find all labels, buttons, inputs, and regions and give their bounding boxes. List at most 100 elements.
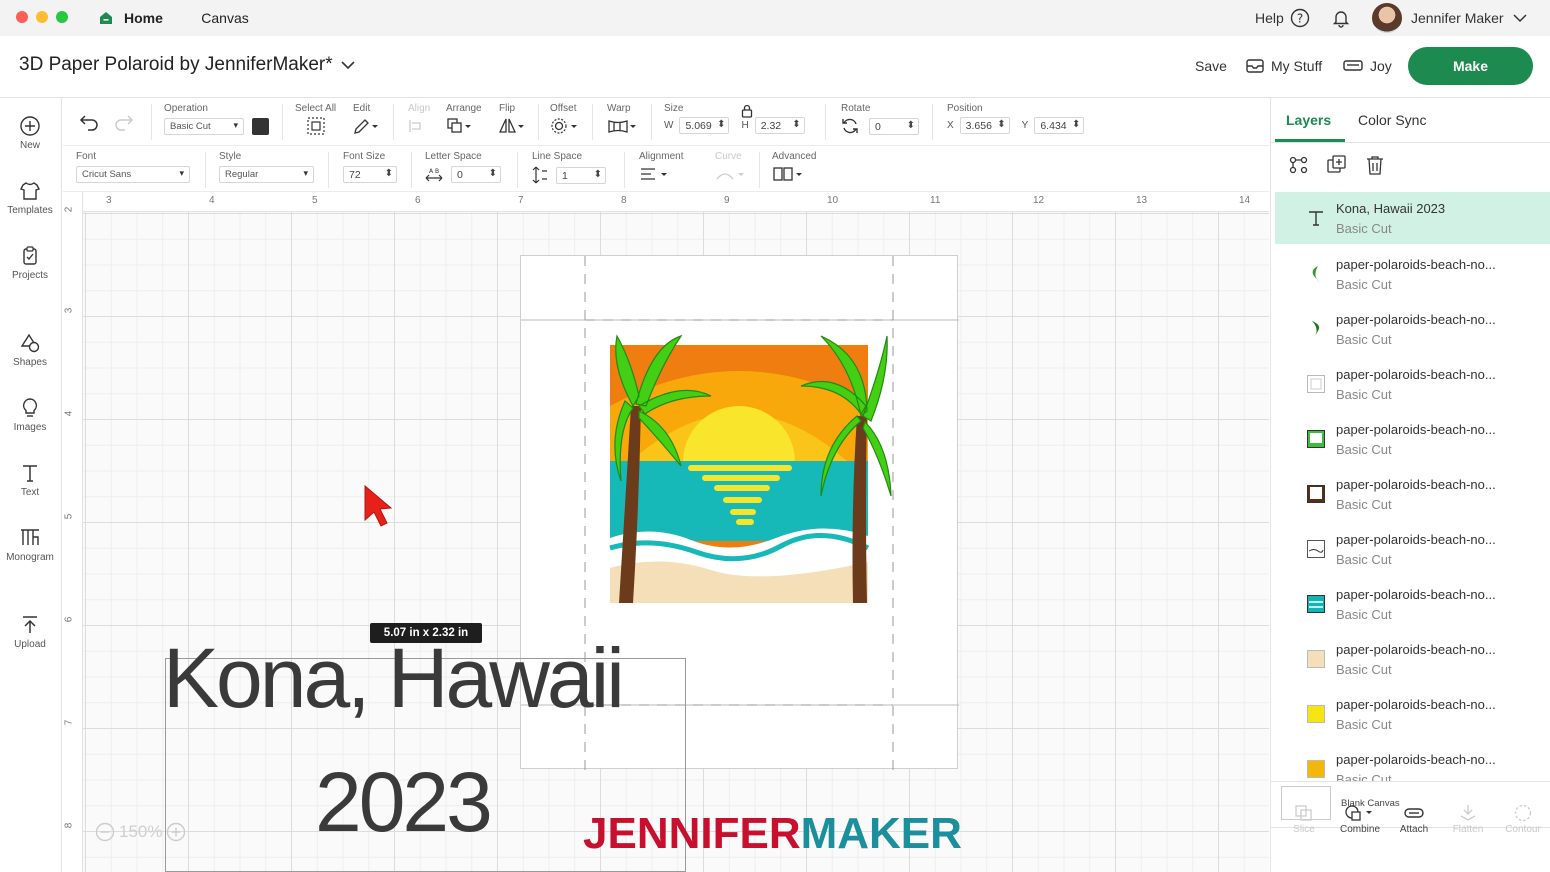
help-link[interactable]: Help ? [1255,0,1310,36]
tab-color-sync[interactable]: Color Sync [1358,112,1426,128]
curve-label: Curve [715,151,742,162]
text-object-line1[interactable]: Kona, Hawaii [163,636,625,720]
line-space-input[interactable]: 1 [556,166,606,184]
width-input[interactable]: 5.069 [679,117,730,134]
slice-button[interactable]: Slice [1276,805,1332,861]
layer-row[interactable]: paper-polaroids-beach-no... Basic Cut [1275,633,1550,685]
make-button[interactable]: Make [1408,47,1533,85]
layer-name: paper-polaroids-beach-no... [1336,697,1496,712]
shapes-label: Shapes [13,357,47,368]
ruler-tick: 3 [63,307,75,314]
layer-row[interactable]: paper-polaroids-beach-no... Basic Cut [1275,523,1550,575]
redo-icon[interactable] [114,113,134,131]
minimize-window-button[interactable] [36,11,48,23]
warp-button[interactable]: Warp [607,103,637,140]
layer-operation: Basic Cut [1336,497,1392,512]
tab-canvas[interactable]: Canvas [180,0,270,36]
duplicate-icon[interactable] [1326,155,1348,175]
contour-label: Contour [1505,824,1541,835]
zoom-out-icon[interactable] [95,822,115,842]
home-icon [100,12,112,24]
layer-operation: Basic Cut [1336,387,1392,402]
monogram-button[interactable]: Monogram [0,527,60,563]
shapes-button[interactable]: Shapes [0,332,60,368]
project-title-dropdown[interactable]: 3D Paper Polaroid by JenniferMaker* [19,54,355,76]
layer-operation: Basic Cut [1336,442,1392,457]
layer-row[interactable]: paper-polaroids-beach-no... Basic Cut [1275,468,1550,520]
notifications-button[interactable] [1331,0,1351,36]
arrange-button[interactable]: Arrange [446,103,482,140]
zoom-control[interactable]: 150% [95,822,186,842]
letter-space-input[interactable]: 0 [451,166,501,183]
layer-row[interactable]: paper-polaroids-beach-no... Basic Cut [1275,413,1550,465]
save-button[interactable]: Save [1195,58,1227,74]
position-group: Position X 3.656 Y 6.434 [947,103,1085,134]
layer-row[interactable]: paper-polaroids-beach-no... Basic Cut [1275,578,1550,630]
group-icon[interactable] [1288,155,1310,175]
design-canvas[interactable]: 3 4 5 6 7 8 9 10 11 12 13 14 2 3 4 5 6 7… [63,192,1269,872]
advanced-button[interactable]: Advanced [772,151,816,187]
layer-row[interactable]: paper-polaroids-beach-no... Basic Cut [1275,688,1550,740]
select-all-button[interactable]: Select All [295,103,336,140]
projects-button[interactable]: Projects [0,245,60,281]
flatten-button[interactable]: Flatten [1440,805,1496,861]
alignment-button[interactable]: Alignment [639,151,683,187]
combine-button[interactable]: Combine [1332,805,1388,861]
rotate-input[interactable]: 0 [869,117,919,135]
templates-button[interactable]: Templates [0,180,60,216]
monogram-label: Monogram [6,552,54,563]
layer-row[interactable]: paper-polaroids-beach-no... Basic Cut [1275,248,1550,300]
clipboard-icon [23,246,37,265]
trash-icon[interactable] [1364,155,1386,175]
pencil-icon [354,119,378,134]
images-button[interactable]: Images [0,397,60,433]
layer-name: paper-polaroids-beach-no... [1336,752,1496,767]
layer-row[interactable]: paper-polaroids-beach-no... Basic Cut [1275,303,1550,355]
ruler-tick: 8 [621,195,627,206]
ruler-tick: 3 [106,195,112,206]
machine-button[interactable]: Joy [1343,58,1392,74]
operation-select[interactable]: Basic Cut [164,118,244,135]
color-swatch[interactable] [252,118,269,135]
offset-button[interactable]: Offset [550,103,578,140]
height-input[interactable]: 2.32 [754,117,805,134]
text-button[interactable]: Text [0,462,60,498]
x-label: X [947,120,954,131]
ruler-tick: 8 [63,822,75,829]
arrange-icon [447,118,471,133]
new-button[interactable]: New [0,115,60,151]
close-window-button[interactable] [16,11,28,23]
tab-home[interactable]: Home [84,0,180,36]
text-object-line2[interactable]: 2023 [315,760,493,844]
undo-icon[interactable] [79,113,99,131]
layer-row[interactable]: paper-polaroids-beach-no... Basic Cut [1275,358,1550,410]
y-input[interactable]: 6.434 [1034,117,1085,134]
layer-row[interactable]: Kona, Hawaii 2023 Basic Cut [1275,192,1550,244]
offset-label: Offset [550,103,577,114]
contour-button[interactable]: Contour [1495,804,1550,861]
x-input[interactable]: 3.656 [959,117,1010,134]
font-size-input[interactable]: 72 [343,166,397,183]
zoom-in-icon[interactable] [166,822,186,842]
align-button[interactable]: Align [408,103,432,140]
layer-operation: Basic Cut [1336,221,1392,236]
font-size-group: Font Size 72 [343,151,397,183]
edit-button[interactable]: Edit [353,103,379,140]
my-stuff-button[interactable]: My Stuff [1246,58,1322,74]
layer-row[interactable]: paper-polaroids-beach-no... Basic Cut [1275,743,1550,781]
edit-label: Edit [353,103,371,114]
ruler-tick: 6 [63,616,75,623]
lock-icon[interactable] [741,104,753,118]
tab-layers[interactable]: Layers [1286,112,1331,128]
text-toolbar: Font Cricut Sans Style Regular Font Size… [63,146,1269,192]
style-select[interactable]: Regular [219,166,314,183]
user-menu[interactable]: Jennifer Maker [1372,0,1527,36]
upload-button[interactable]: Upload [0,614,60,650]
flip-button[interactable]: Flip [498,103,525,140]
curve-button[interactable]: Curve [715,151,745,187]
palm-leaf-icon [1312,266,1320,283]
font-select[interactable]: Cricut Sans [76,166,190,183]
maximize-window-button[interactable] [56,11,68,23]
chevron-down-icon [1513,14,1527,23]
attach-button[interactable]: Attach [1386,808,1442,861]
